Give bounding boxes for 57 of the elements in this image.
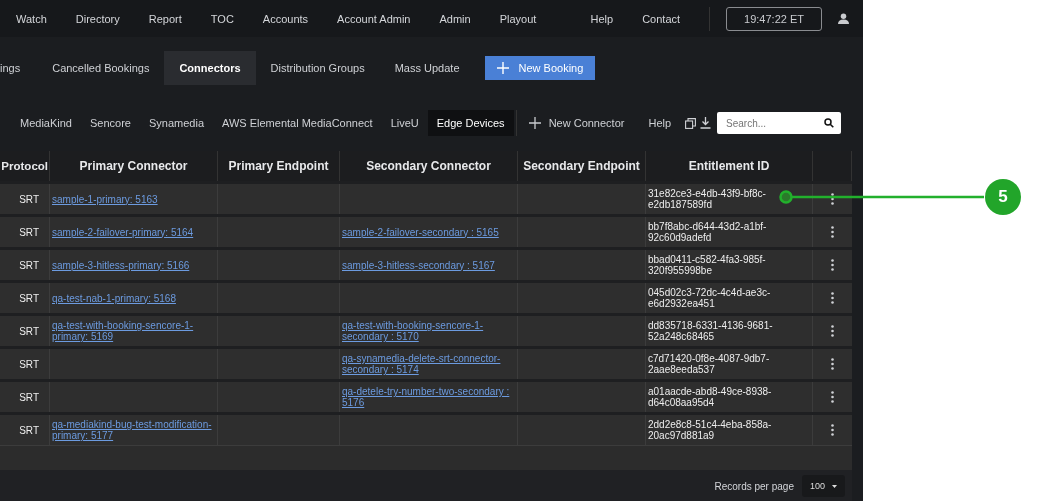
table-cell: SRT: [19, 358, 39, 370]
connector-link[interactable]: qa-test-with-booking-sencore-1-primary: 5169: [52, 320, 215, 342]
tab[interactable]: Cancelled Bookings: [37, 50, 165, 85]
table-cell-text: 045d02c3-72dc-4c4d-ae3c-e6d2932ea451: [648, 287, 772, 309]
tab[interactable]: MediaKind: [11, 110, 81, 136]
table-cell: SRT: [19, 325, 39, 337]
table-cell-text: a01aacde-abd8-49ce-8938-d64c08aa95d4: [648, 386, 773, 408]
connector-link[interactable]: qa-detele-try-number-two-secondary : 5176: [342, 386, 515, 408]
nav-link[interactable]: Help: [590, 12, 614, 25]
table-cell: SRT: [19, 193, 39, 205]
nav-link[interactable]: Contact: [642, 12, 681, 25]
page-size-dropdown[interactable]: 100: [801, 475, 845, 497]
nav-link[interactable]: TOC: [210, 12, 234, 25]
search-input[interactable]: Search...: [724, 116, 825, 130]
nav-link[interactable]: Report: [148, 12, 182, 25]
table-cell: SRT: [19, 259, 39, 271]
table-cell-text: bbad0411-c582-4fa3-985f-320f955998be: [648, 254, 767, 276]
connector-link[interactable]: sample-1-primary: 5163: [52, 193, 158, 205]
table-cell-text: c7d71420-0f8e-4087-9db7-2aae8eeda537: [648, 353, 771, 375]
tab[interactable]: Distribution Groups: [255, 50, 380, 85]
tab[interactable]: AWS Elemental MediaConnect: [213, 110, 382, 136]
nav-link[interactable]: Playout: [499, 12, 537, 25]
table-cell-text: dd835718-6331-4136-9681-52a248c68465: [648, 320, 774, 342]
connector-link[interactable]: qa-test-with-booking-sencore-1-secondary : 5170: [342, 320, 515, 342]
table-cell: SRT: [19, 424, 39, 436]
table-cell-text: bb7f8abc-d644-43d2-a1bf-92c60d9adefd: [648, 221, 768, 243]
new-connector-button[interactable]: New Connector: [518, 117, 635, 129]
new-booking-button[interactable]: New Booking: [484, 55, 596, 80]
nav-link[interactable]: Admin: [439, 12, 471, 25]
records-per-page-label: Records per page: [714, 480, 794, 492]
tab[interactable]: ings: [0, 50, 36, 85]
table-cell: SRT: [19, 292, 39, 304]
connector-link[interactable]: sample-3-hitless-primary: 5166: [52, 259, 190, 271]
callout-badge: 5: [985, 179, 1021, 215]
table-cell-text: 31e82ce3-e4db-43f9-bf8c-e2db187589fd: [648, 188, 767, 210]
tab[interactable]: Sencore: [81, 110, 140, 136]
help-link[interactable]: Help: [638, 110, 682, 136]
nav-link[interactable]: Directory: [75, 12, 120, 25]
connector-link[interactable]: sample-3-hitless-secondary : 5167: [342, 259, 495, 271]
tab[interactable]: Connectors: [164, 50, 256, 85]
table-cell: SRT: [19, 391, 39, 403]
connector-link[interactable]: qa-mediakind-bug-test-modification-primary: 5177: [52, 419, 215, 441]
tab[interactable]: Mass Update: [379, 50, 475, 85]
tab[interactable]: LiveU: [381, 110, 428, 136]
search-field[interactable]: Search...: [717, 112, 842, 134]
nav-link[interactable]: Accounts: [262, 12, 309, 25]
clock: 19:47:22 ET: [726, 6, 822, 31]
connector-link[interactable]: qa-test-nab-1-primary: 5168: [52, 292, 176, 304]
connector-link[interactable]: sample-2-failover-primary: 5164: [52, 226, 194, 238]
tab[interactable]: Synamedia: [139, 110, 213, 136]
nav-link[interactable]: Watch: [16, 12, 47, 25]
table-cell: SRT: [19, 226, 39, 238]
connector-link[interactable]: sample-2-failover-secondary : 5165: [342, 226, 499, 238]
tab[interactable]: Edge Devices: [427, 110, 514, 136]
connector-link[interactable]: qa-synamedia-delete-srt-connector-secondary : 5174: [342, 353, 515, 375]
nav-link[interactable]: Account Admin: [337, 12, 411, 25]
table-cell-text: 2dd2e8c8-51c4-4eba-858a-20ac97d881a9: [648, 419, 773, 441]
